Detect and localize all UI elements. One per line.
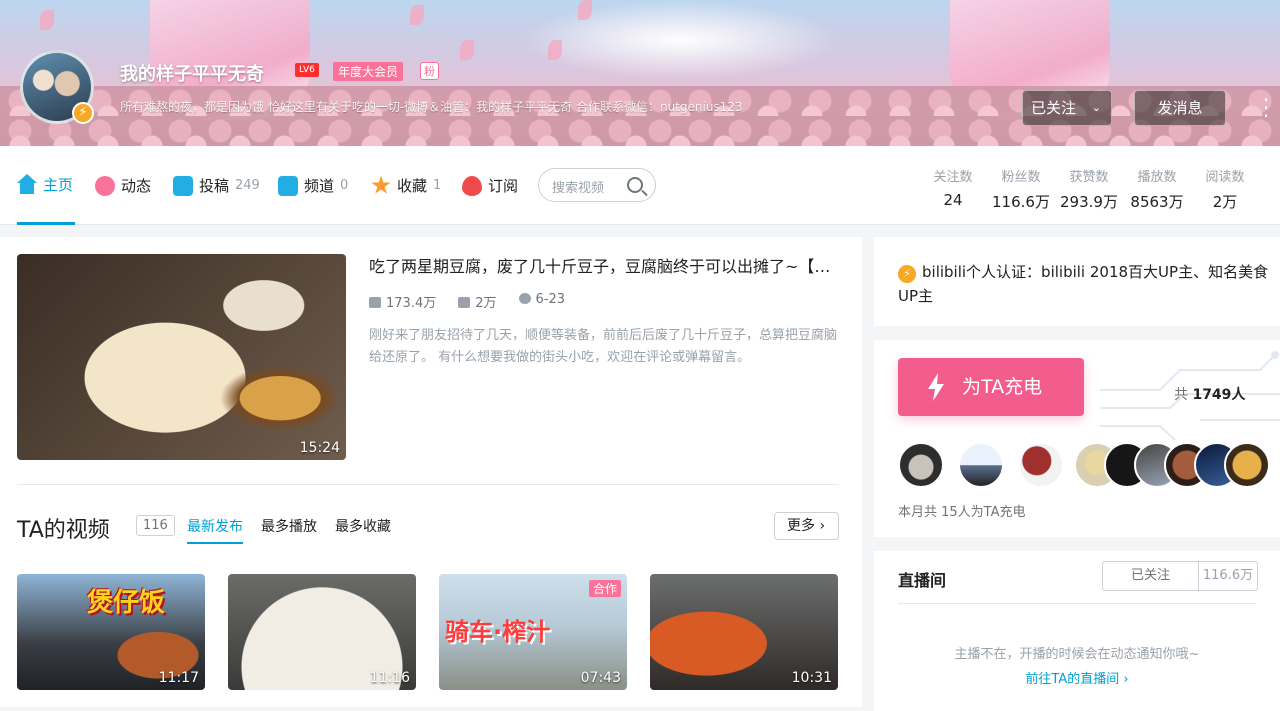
main-content: 15:24 吃了两星期豆腐，废了几十斤豆子，豆腐脑终于可以出摊了~【… 173.… [0, 237, 862, 707]
tab-most-played[interactable]: 最多播放 [261, 516, 317, 536]
tab-favorites[interactable]: 收藏 1 [371, 146, 441, 225]
star-icon [371, 175, 391, 194]
featured-duration: 15:24 [299, 440, 340, 456]
coop-badge: 合作 [588, 580, 621, 597]
live-offline-message: 主播不在，开播的时候会在动态通知你哦~ [954, 647, 1200, 662]
stat-fans[interactable]: 粉丝数 116.6万 [991, 166, 1051, 212]
certification-text: ⚡ bilibili个人认证：bilibili 2018百大UP主、知名美食UP主 [898, 263, 1269, 305]
tab-dynamic[interactable]: 动态 [95, 146, 151, 225]
charge-button[interactable]: 为TA充电 [898, 358, 1084, 416]
video-card[interactable]: 11:16 [228, 574, 416, 690]
video-card[interactable]: 合作 骑车·榨汁 07:43 [439, 574, 627, 690]
featured-meta: 173.4万 2万 6-23 [369, 292, 565, 311]
username: 我的样子平平无奇 [120, 64, 264, 85]
play-icon [369, 297, 381, 308]
divider [17, 484, 839, 485]
chevron-down-icon: ⌄ [1091, 101, 1101, 114]
live-follow-button[interactable]: 已关注 116.6万 [1102, 561, 1258, 591]
charger-avatar[interactable] [958, 442, 1004, 488]
divider [898, 603, 1256, 604]
follow-button[interactable]: 已关注 ⌄ [1022, 90, 1112, 126]
vip-badge[interactable]: 年度大会员 [333, 62, 404, 81]
home-icon [17, 174, 37, 194]
signature: 所有难熬的夜，都是因为饿 恰好这里有关于吃的一切-微博＆油管：我的样子平平无奇 … [120, 100, 743, 114]
follow-button-label: 已关注 [1031, 99, 1077, 117]
tab-subscriptions[interactable]: 订阅 [462, 146, 518, 225]
live-title: 直播间 [898, 571, 947, 590]
live-room-card: 直播间 已关注 116.6万 主播不在，开播的时候会在动态通知你哦~ 前往TA的… [874, 551, 1280, 711]
charge-total: 共 1749人 [1174, 387, 1246, 403]
lightning-icon [928, 373, 944, 401]
tab-uploads[interactable]: 投稿 249 [173, 146, 260, 225]
charger-avatar[interactable] [1224, 442, 1270, 488]
stat-plays: 播放数 8563万 [1130, 170, 1184, 211]
danmaku-icon [458, 297, 471, 308]
tab-latest[interactable]: 最新发布 [187, 516, 243, 544]
live-room-link[interactable]: 前往TA的直播间 › [874, 668, 1280, 687]
videos-section-title: TA的视频 [17, 518, 110, 543]
certification-card: ⚡ bilibili个人认证：bilibili 2018百大UP主、知名美食UP主 [874, 237, 1280, 326]
upload-icon [173, 175, 193, 196]
lightning-icon: ⚡ [72, 102, 94, 124]
stat-reads: 阅读数 2万 [1205, 170, 1245, 211]
stat-likes: 获赞数 293.9万 [1060, 170, 1118, 211]
charge-card: 为TA充电 共 1749人 本月共 15人为TA充电 [874, 340, 1280, 537]
fan-badge[interactable]: 粉 [420, 62, 439, 80]
search-input[interactable]: 搜索视频 [538, 168, 656, 202]
dynamic-icon [95, 175, 115, 196]
charger-avatar[interactable] [1018, 442, 1064, 488]
video-card[interactable]: 10:31 [650, 574, 838, 690]
more-button[interactable]: 更多 › [774, 512, 839, 540]
channel-icon [278, 175, 298, 196]
videos-count: 116 [136, 515, 175, 536]
stat-following[interactable]: 关注数 24 [923, 166, 983, 209]
featured-title[interactable]: 吃了两星期豆腐，废了几十斤豆子，豆腐脑终于可以出摊了~【… [369, 253, 841, 277]
more-options-icon[interactable]: · · · [1258, 90, 1274, 126]
tab-home[interactable]: 主页 [17, 146, 75, 225]
charger-avatar[interactable] [898, 442, 944, 488]
featured-description: 刚好来了朋友招待了几天，顺便等装备，前前后后废了几十斤豆子，总算把豆腐脑给还原了… [369, 328, 838, 365]
chevron-right-icon: › [819, 518, 826, 534]
video-card[interactable]: 煲仔饭 11:17 [17, 574, 205, 690]
tab-most-favorited[interactable]: 最多收藏 [335, 516, 391, 536]
featured-video-thumbnail[interactable]: 15:24 [17, 254, 346, 460]
level-badge: LV6 [295, 63, 319, 77]
search-icon[interactable] [627, 177, 643, 193]
chevron-right-icon: › [1123, 672, 1129, 687]
heart-icon [462, 175, 482, 196]
charge-note: 本月共 15人为TA充电 [898, 505, 1026, 520]
tab-channel[interactable]: 频道 0 [278, 146, 348, 225]
message-button[interactable]: 发消息 [1134, 90, 1226, 126]
lightning-icon: ⚡ [898, 265, 916, 283]
clock-icon [518, 293, 531, 304]
